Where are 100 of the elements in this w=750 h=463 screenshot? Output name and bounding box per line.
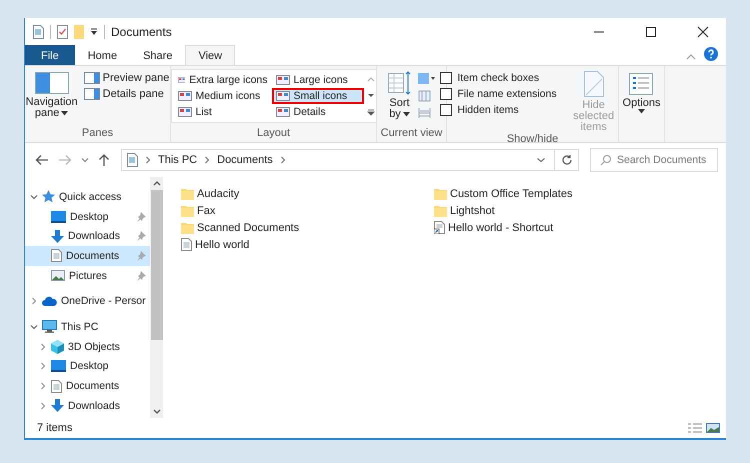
chevron-down-icon[interactable] <box>536 156 546 164</box>
folder-icon <box>181 222 194 234</box>
ribbon-tab[interactable]: Home <box>74 45 130 65</box>
layout-option[interactable]: Details <box>272 104 364 120</box>
pane-icon <box>84 88 100 100</box>
address-bar[interactable]: This PC Documents <box>121 149 555 171</box>
file-tab[interactable]: File <box>25 45 75 65</box>
chevron-right-icon[interactable] <box>280 156 286 164</box>
nav-item[interactable]: Downloads <box>25 396 150 416</box>
file-item[interactable]: Scanned Documents <box>181 219 434 236</box>
file-item[interactable]: Hello world <box>181 236 434 253</box>
pin-icon[interactable] <box>137 270 146 281</box>
nav-item[interactable]: Documents <box>25 246 150 266</box>
caret-icon <box>61 111 68 116</box>
collapse-ribbon-icon[interactable] <box>686 53 696 61</box>
nav-item[interactable]: 3D Objects <box>25 336 150 356</box>
checkmark-document-icon[interactable] <box>57 24 68 38</box>
star-icon <box>42 190 55 204</box>
checkbox[interactable]: Item check boxes <box>440 72 557 84</box>
refresh-icon <box>560 154 572 166</box>
view-icon <box>276 75 290 85</box>
search-field[interactable]: Search Documents <box>590 148 718 172</box>
chevron-right-icon[interactable] <box>145 156 151 164</box>
chevron-right-icon[interactable] <box>30 297 38 306</box>
sort-icon <box>388 71 412 95</box>
ribbon-tab[interactable]: Share <box>130 45 186 65</box>
folder-icon <box>434 204 447 216</box>
pin-icon[interactable] <box>137 231 146 242</box>
chevron-right-icon[interactable] <box>39 402 47 410</box>
folder-icon <box>181 204 194 216</box>
properties-icon[interactable] <box>33 24 44 38</box>
layout-option[interactable]: Medium icons <box>174 88 272 104</box>
group-label: Show/hide <box>506 133 558 147</box>
nav-item[interactable]: Desktop <box>25 356 150 376</box>
checkbox-box[interactable] <box>440 104 452 116</box>
recent-locations-icon[interactable] <box>81 156 89 164</box>
help-icon[interactable] <box>704 47 718 61</box>
chevron-right-icon[interactable] <box>39 342 47 351</box>
dropdown-icon[interactable] <box>90 28 98 36</box>
download-arrow-icon <box>51 399 64 412</box>
navigation-pane-icon <box>34 72 69 94</box>
view-icon <box>276 107 290 117</box>
navigation-pane-button[interactable]: Navigation pane <box>26 69 78 119</box>
desktop-icon <box>51 210 66 223</box>
pin-icon[interactable] <box>137 212 146 222</box>
group-by-icon[interactable] <box>418 73 436 85</box>
checkbox-box[interactable] <box>440 88 452 100</box>
file-item[interactable]: Lightshot <box>434 202 726 219</box>
nav-item[interactable]: Quick access <box>25 187 150 207</box>
nav-item[interactable]: Downloads <box>25 226 150 246</box>
scroll-up-icon[interactable] <box>152 180 160 186</box>
document-icon <box>51 380 62 393</box>
caret-icon <box>638 109 645 114</box>
scroll-down-icon[interactable] <box>152 409 160 415</box>
chevron-right-icon[interactable] <box>39 382 47 390</box>
up-arrow-icon[interactable] <box>98 153 110 167</box>
desktop-icon <box>51 360 66 372</box>
options-icon <box>629 73 654 95</box>
document-icon <box>127 153 138 167</box>
layout-option[interactable]: Large icons <box>272 72 364 88</box>
nav-item[interactable]: Desktop <box>25 206 150 226</box>
hidden-document-icon <box>584 71 604 97</box>
nav-item[interactable]: OneDrive - Persor <box>25 291 150 312</box>
chevron-down-icon[interactable] <box>30 192 38 201</box>
file-item[interactable]: Audacity <box>181 185 434 202</box>
sort-by-button[interactable]: Sort by <box>388 69 412 120</box>
chevron-right-icon[interactable] <box>39 362 47 370</box>
layout-option[interactable]: Extra large icons <box>174 72 272 88</box>
breadcrumb[interactable]: This PC <box>158 154 198 166</box>
ribbon-tab[interactable]: View <box>185 45 236 65</box>
file-item[interactable]: Hello world - Shortcut <box>434 219 726 236</box>
options-button[interactable]: Options <box>622 69 660 114</box>
group-label: Panes <box>82 127 114 141</box>
group-label: Current view <box>380 127 442 141</box>
nav-item[interactable]: Documents <box>25 376 150 396</box>
checkbox[interactable]: File name extensions <box>440 88 557 100</box>
nav-item[interactable]: This PC <box>25 317 150 337</box>
large-icons-view-icon[interactable] <box>706 423 720 433</box>
pane-icon <box>84 72 100 84</box>
layout-option[interactable]: List <box>174 104 272 120</box>
layout-option[interactable]: Small icons <box>272 88 364 104</box>
file-item[interactable]: Fax <box>181 202 434 219</box>
pane-toggle-button[interactable]: Details pane <box>84 88 170 100</box>
breadcrumb[interactable]: Documents <box>217 154 273 166</box>
checkbox-box[interactable] <box>440 72 452 84</box>
scrollbar[interactable] <box>150 177 163 418</box>
search-icon <box>600 154 612 166</box>
nav-item[interactable]: Pictures <box>25 266 150 286</box>
document-icon <box>181 238 192 251</box>
picture-icon <box>51 270 65 282</box>
computer-icon <box>42 320 57 334</box>
file-item[interactable]: Custom Office Templates <box>434 185 726 202</box>
back-arrow-icon[interactable] <box>35 154 49 166</box>
checkbox[interactable]: Hidden items <box>440 104 557 116</box>
refresh-button[interactable] <box>555 149 579 171</box>
chevron-down-icon[interactable] <box>30 322 38 331</box>
chevron-right-icon[interactable] <box>204 156 210 164</box>
details-view-icon[interactable] <box>688 423 702 433</box>
item-count: 7 items <box>37 422 72 434</box>
pane-toggle-button[interactable]: Preview pane <box>84 72 170 84</box>
